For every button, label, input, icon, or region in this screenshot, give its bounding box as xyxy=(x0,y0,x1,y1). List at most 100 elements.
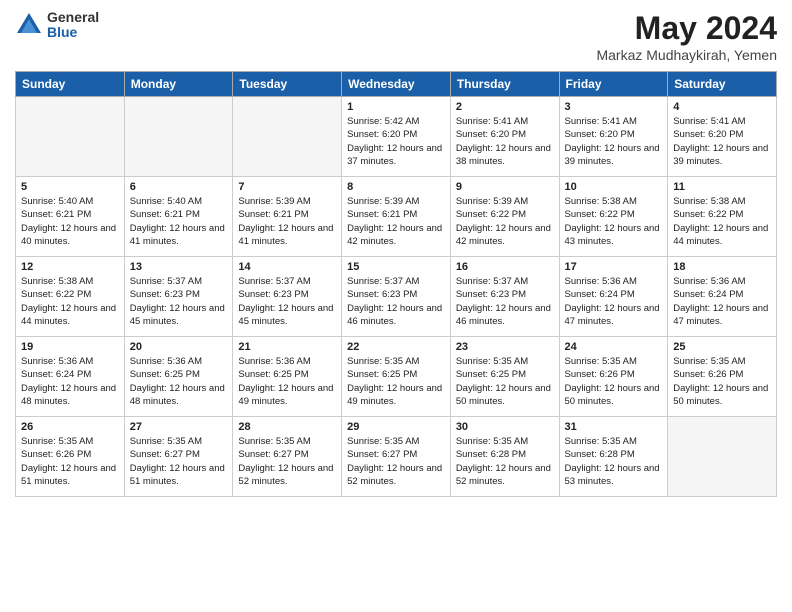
sunset-text: Sunset: 6:24 PM xyxy=(21,368,119,381)
header-tuesday: Tuesday xyxy=(233,72,342,97)
daylight-text: Daylight: 12 hours and 48 minutes. xyxy=(21,382,119,409)
header-friday: Friday xyxy=(559,72,668,97)
daylight-text: Daylight: 12 hours and 51 minutes. xyxy=(21,462,119,489)
sunrise-text: Sunrise: 5:35 AM xyxy=(456,435,554,448)
sunrise-text: Sunrise: 5:35 AM xyxy=(456,355,554,368)
day-number: 24 xyxy=(565,341,663,353)
day-number: 30 xyxy=(456,421,554,433)
daylight-text: Daylight: 12 hours and 53 minutes. xyxy=(565,462,663,489)
sunrise-text: Sunrise: 5:35 AM xyxy=(673,355,771,368)
day-cell: 4 Sunrise: 5:41 AMSunset: 6:20 PMDaylight… xyxy=(668,97,777,177)
daylight-text: Daylight: 12 hours and 46 minutes. xyxy=(456,302,554,329)
weekday-header-row: Sunday Monday Tuesday Wednesday Thursday… xyxy=(16,72,777,97)
day-number: 10 xyxy=(565,181,663,193)
day-info: Sunrise: 5:36 AMSunset: 6:24 PMDaylight:… xyxy=(565,275,663,328)
day-number: 15 xyxy=(347,261,445,273)
daylight-text: Daylight: 12 hours and 40 minutes. xyxy=(21,222,119,249)
day-cell: 15Sunrise: 5:37 AMSunset: 6:23 PMDayligh… xyxy=(342,257,451,337)
day-info: Sunrise: 5:38 AMSunset: 6:22 PMDaylight:… xyxy=(21,275,119,328)
sunset-text: Sunset: 6:20 PM xyxy=(456,128,554,141)
daylight-text: Daylight: 12 hours and 47 minutes. xyxy=(565,302,663,329)
day-cell: 26Sunrise: 5:35 AMSunset: 6:26 PMDayligh… xyxy=(16,417,125,497)
sunset-text: Sunset: 6:24 PM xyxy=(673,288,771,301)
day-info: Sunrise: 5:41 AMSunset: 6:20 PMDaylight:… xyxy=(673,115,771,168)
day-cell: 24Sunrise: 5:35 AMSunset: 6:26 PMDayligh… xyxy=(559,337,668,417)
sunrise-text: Sunrise: 5:36 AM xyxy=(673,275,771,288)
day-cell: 10Sunrise: 5:38 AMSunset: 6:22 PMDayligh… xyxy=(559,177,668,257)
day-cell: 27Sunrise: 5:35 AMSunset: 6:27 PMDayligh… xyxy=(124,417,233,497)
logo-text: General Blue xyxy=(47,10,99,41)
sunset-text: Sunset: 6:20 PM xyxy=(565,128,663,141)
logo-general-text: General xyxy=(47,10,99,25)
daylight-text: Daylight: 12 hours and 49 minutes. xyxy=(347,382,445,409)
daylight-text: Daylight: 12 hours and 52 minutes. xyxy=(456,462,554,489)
day-number: 2 xyxy=(456,101,554,113)
day-cell: 22Sunrise: 5:35 AMSunset: 6:25 PMDayligh… xyxy=(342,337,451,417)
day-number: 8 xyxy=(347,181,445,193)
sunset-text: Sunset: 6:28 PM xyxy=(565,448,663,461)
logo: General Blue xyxy=(15,10,99,41)
day-cell: 8Sunrise: 5:39 AMSunset: 6:21 PMDaylight… xyxy=(342,177,451,257)
day-info: Sunrise: 5:39 AMSunset: 6:22 PMDaylight:… xyxy=(456,195,554,248)
header-wednesday: Wednesday xyxy=(342,72,451,97)
sunset-text: Sunset: 6:24 PM xyxy=(565,288,663,301)
daylight-text: Daylight: 12 hours and 38 minutes. xyxy=(456,142,554,169)
day-info: Sunrise: 5:36 AMSunset: 6:24 PMDaylight:… xyxy=(673,275,771,328)
day-cell: 21 Sunrise: 5:36 AMSunset: 6:25 PMDayligh… xyxy=(233,337,342,417)
day-number: 21 xyxy=(238,341,336,353)
day-info: Sunrise: 5:41 AMSunset: 6:20 PMDaylight:… xyxy=(456,115,554,168)
sunrise-text: Sunrise: 5:40 AM xyxy=(130,195,228,208)
daylight-text: Daylight: 12 hours and 50 minutes. xyxy=(565,382,663,409)
daylight-text: Daylight: 12 hours and 52 minutes. xyxy=(238,462,336,489)
daylight-text: Daylight: 12 hours and 45 minutes. xyxy=(238,302,336,329)
day-info: Sunrise: 5:35 AMSunset: 6:28 PMDaylight:… xyxy=(565,435,663,488)
title-block: May 2024 Markaz Mudhaykirah, Yemen xyxy=(596,10,777,63)
day-info: Sunrise: 5:36 AMSunset: 6:25 PMDaylight:… xyxy=(238,355,336,408)
daylight-text: Daylight: 12 hours and 39 minutes. xyxy=(673,142,771,169)
week-row-5: 26Sunrise: 5:35 AMSunset: 6:26 PMDayligh… xyxy=(16,417,777,497)
sunrise-text: Sunrise: 5:35 AM xyxy=(347,355,445,368)
day-cell: 5Sunrise: 5:40 AMSunset: 6:21 PMDaylight… xyxy=(16,177,125,257)
day-number: 4 xyxy=(673,101,771,113)
daylight-text: Daylight: 12 hours and 46 minutes. xyxy=(347,302,445,329)
day-info: Sunrise: 5:37 AMSunset: 6:23 PMDaylight:… xyxy=(238,275,336,328)
sunset-text: Sunset: 6:26 PM xyxy=(21,448,119,461)
day-number: 6 xyxy=(130,181,228,193)
sunset-text: Sunset: 6:20 PM xyxy=(347,128,445,141)
sunrise-text: Sunrise: 5:38 AM xyxy=(21,275,119,288)
day-number: 17 xyxy=(565,261,663,273)
sunset-text: Sunset: 6:27 PM xyxy=(347,448,445,461)
day-number: 13 xyxy=(130,261,228,273)
day-cell: 18Sunrise: 5:36 AMSunset: 6:24 PMDayligh… xyxy=(668,257,777,337)
sunrise-text: Sunrise: 5:37 AM xyxy=(238,275,336,288)
daylight-text: Daylight: 12 hours and 41 minutes. xyxy=(238,222,336,249)
day-cell: 23Sunrise: 5:35 AMSunset: 6:25 PMDayligh… xyxy=(450,337,559,417)
sunset-text: Sunset: 6:21 PM xyxy=(347,208,445,221)
sunset-text: Sunset: 6:22 PM xyxy=(21,288,119,301)
day-cell xyxy=(16,97,125,177)
day-info: Sunrise: 5:37 AMSunset: 6:23 PMDaylight:… xyxy=(456,275,554,328)
sunrise-text: Sunrise: 5:36 AM xyxy=(238,355,336,368)
daylight-text: Daylight: 12 hours and 41 minutes. xyxy=(130,222,228,249)
sunrise-text: Sunrise: 5:39 AM xyxy=(347,195,445,208)
day-number: 5 xyxy=(21,181,119,193)
day-cell: 16Sunrise: 5:37 AMSunset: 6:23 PMDayligh… xyxy=(450,257,559,337)
sunset-text: Sunset: 6:25 PM xyxy=(130,368,228,381)
header-monday: Monday xyxy=(124,72,233,97)
day-cell: 12Sunrise: 5:38 AMSunset: 6:22 PMDayligh… xyxy=(16,257,125,337)
sunset-text: Sunset: 6:23 PM xyxy=(456,288,554,301)
sunrise-text: Sunrise: 5:40 AM xyxy=(21,195,119,208)
sunset-text: Sunset: 6:22 PM xyxy=(673,208,771,221)
day-cell: 20Sunrise: 5:36 AMSunset: 6:25 PMDayligh… xyxy=(124,337,233,417)
day-cell xyxy=(668,417,777,497)
sunset-text: Sunset: 6:27 PM xyxy=(130,448,228,461)
sunrise-text: Sunrise: 5:41 AM xyxy=(565,115,663,128)
location-subtitle: Markaz Mudhaykirah, Yemen xyxy=(596,47,777,63)
sunset-text: Sunset: 6:20 PM xyxy=(673,128,771,141)
week-row-3: 12Sunrise: 5:38 AMSunset: 6:22 PMDayligh… xyxy=(16,257,777,337)
day-number: 11 xyxy=(673,181,771,193)
day-number: 27 xyxy=(130,421,228,433)
sunset-text: Sunset: 6:28 PM xyxy=(456,448,554,461)
daylight-text: Daylight: 12 hours and 48 minutes. xyxy=(130,382,228,409)
sunrise-text: Sunrise: 5:38 AM xyxy=(673,195,771,208)
